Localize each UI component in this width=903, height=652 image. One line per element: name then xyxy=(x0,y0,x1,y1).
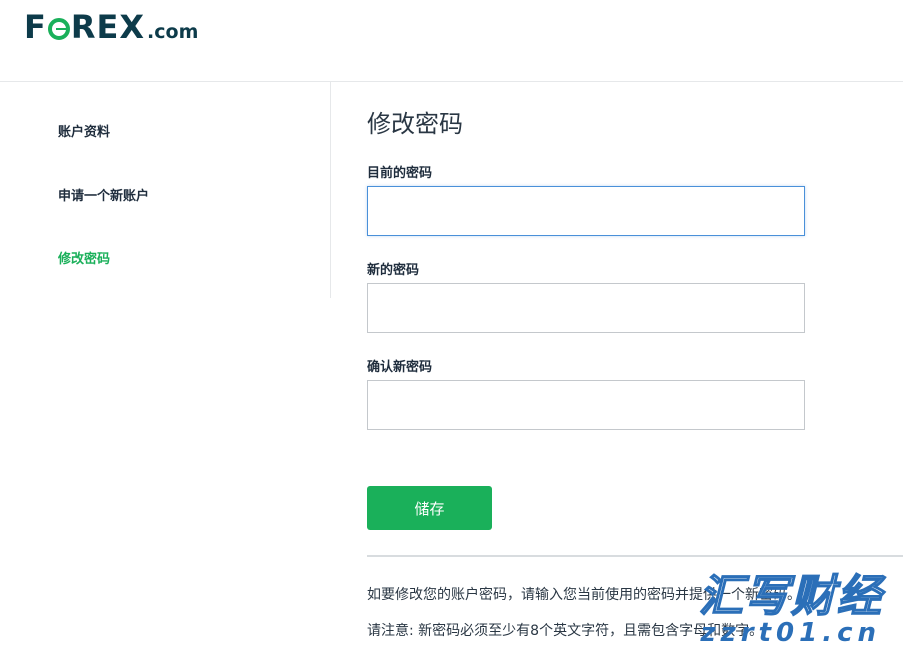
confirm-password-label: 确认新密码 xyxy=(367,360,433,375)
new-password-input[interactable] xyxy=(367,283,805,333)
page-title: 修改密码 xyxy=(367,110,463,138)
current-password-input[interactable] xyxy=(367,186,805,236)
confirm-password-input[interactable] xyxy=(367,380,805,430)
info-text-instructions: 如要修改您的账户密码，请输入您当前使用的密码并提供一个新密码。 xyxy=(367,587,801,603)
forex-logo[interactable]: F REX .com xyxy=(24,8,199,46)
divider xyxy=(367,555,903,557)
account-sidebar: 账户资料 申请一个新账户 修改密码 xyxy=(0,82,331,298)
new-password-label: 新的密码 xyxy=(367,263,420,278)
logo-letter-f: F xyxy=(24,8,47,46)
save-button[interactable]: 储存 xyxy=(367,486,492,530)
logo-o-icon xyxy=(47,18,70,40)
sidebar-item-account-profile[interactable]: 账户资料 xyxy=(58,121,110,140)
logo-domain: .com xyxy=(147,21,199,43)
sidebar-item-change-password[interactable]: 修改密码 xyxy=(58,248,110,267)
sidebar-item-new-account[interactable]: 申请一个新账户 xyxy=(58,185,149,204)
current-password-label: 目前的密码 xyxy=(367,166,433,181)
logo-letters-rex: REX xyxy=(70,8,146,46)
site-header: F REX .com xyxy=(0,0,903,82)
info-text-requirements: 请注意: 新密码必须至少有8个英文字符，且需包含字母和数字。 xyxy=(367,623,764,639)
